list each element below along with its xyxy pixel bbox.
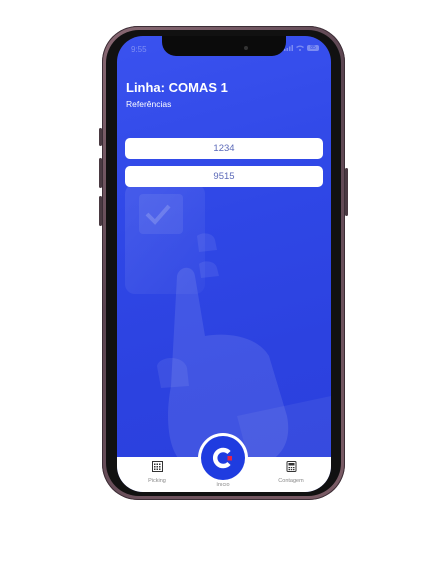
reference-item[interactable]: 1234 [125, 138, 323, 159]
device-mockup: 9:55 85 Linha: COMAS 1 Referências 1234 … [0, 0, 441, 566]
reference-item[interactable]: 9515 [125, 166, 323, 187]
mute-switch [99, 128, 102, 146]
counter-device-icon [286, 461, 296, 472]
tab-label-contagem: Contagem [278, 478, 304, 484]
front-camera [244, 46, 248, 50]
tab-label-picking: Picking [148, 478, 166, 484]
home-button[interactable] [201, 436, 245, 480]
tab-contagem[interactable]: Contagem [261, 461, 321, 484]
page-title: Linha: COMAS 1 [126, 80, 228, 95]
volume-up-button [99, 158, 102, 188]
app-screen: 9:55 85 Linha: COMAS 1 Referências 1234 … [117, 36, 331, 492]
notch [162, 36, 286, 56]
page-subtitle: Referências [126, 99, 172, 109]
wifi-icon [296, 45, 304, 51]
signal-icon [284, 45, 293, 51]
barcode-grid-icon [151, 461, 163, 472]
status-time: 9:55 [131, 45, 147, 54]
reference-list: 1234 9515 [125, 138, 323, 194]
status-icons: 85 [284, 45, 319, 51]
tab-picking[interactable]: Picking [127, 461, 187, 484]
volume-down-button [99, 196, 102, 226]
tab-label-inicio: Início [216, 482, 230, 488]
power-button [345, 168, 348, 216]
battery-icon: 85 [307, 45, 319, 51]
app-logo-icon [213, 447, 232, 469]
